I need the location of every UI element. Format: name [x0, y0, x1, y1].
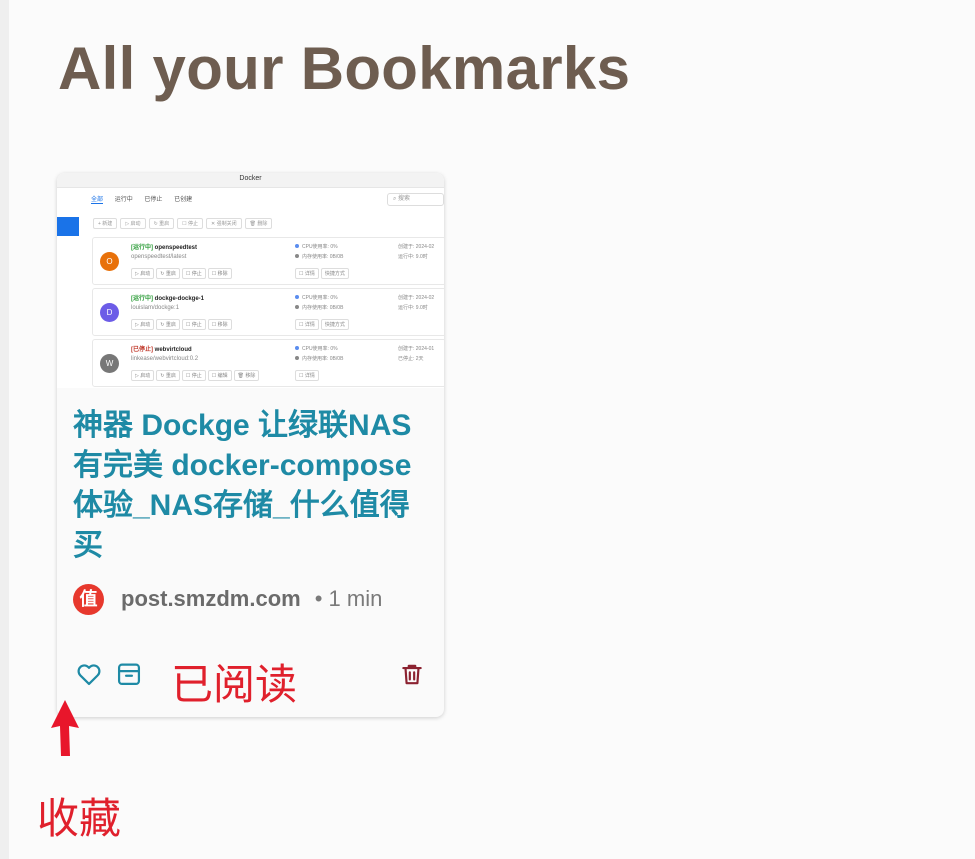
- thumb-tab: 运行中: [114, 197, 133, 203]
- thumb-name-text: dockge-dockge-1: [154, 296, 205, 302]
- thumb-container-name: [运行中] openspeedtest: [131, 242, 197, 251]
- thumb-row-button: ☐ 停止: [181, 319, 206, 330]
- thumb-container-row: W [已停止] webvirtcloud linkease/webvirtclo…: [92, 339, 444, 387]
- thumb-tab: 已创建: [174, 197, 193, 203]
- thumb-image: louislam/dockge:1: [131, 305, 180, 311]
- thumb-name-text: webvirtcloud: [154, 347, 192, 353]
- thumb-created: 创建于: 2024-02: [398, 244, 435, 250]
- thumb-meta: 创建于: 2024-01 已停止: 2天: [398, 344, 434, 364]
- thumb-mem: 内存使用率: 0B/0B: [302, 254, 344, 260]
- thumb-row-button: ☐ 移除: [207, 319, 232, 330]
- page-title: All your Bookmarks: [58, 35, 631, 102]
- thumb-meta: 创建于: 2024-02 运行中: 9.0时: [398, 293, 434, 313]
- thumb-uptime: 运行中: 9.0时: [398, 254, 428, 260]
- thumb-image: openspeedtest/latest: [131, 254, 187, 260]
- thumb-created: 创建于: 2024-02: [398, 295, 435, 301]
- thumb-uptime: 运行中: 9.0时: [398, 305, 428, 311]
- thumb-row-buttons: ▷ 启动 ↻ 重启 ☐ 停止 ☐ 编辑 🗑 移除: [131, 370, 261, 381]
- thumb-app-title: Docker: [239, 175, 262, 182]
- thumb-avatar: O: [100, 252, 119, 271]
- bookmark-title[interactable]: 神器 Dockge 让绿联NAS 有完美 docker-compose 体验_N…: [73, 406, 423, 566]
- thumb-container-name: [已停止] webvirtcloud: [131, 344, 192, 353]
- bookmark-thumbnail[interactable]: Docker 全部 运行中 已停止 已创建 ⌕ 搜索 + 新建 ▷ 启动 ↻ 重启 ☐…: [57, 173, 444, 388]
- bookmark-actions: 已阅读: [57, 657, 444, 709]
- thumb-row-button: ▷ 启动: [131, 370, 155, 381]
- bookmark-card[interactable]: Docker 全部 运行中 已停止 已创建 ⌕ 搜索 + 新建 ▷ 启动 ↻ 重启 ☐…: [57, 173, 444, 717]
- thumb-row-buttons: ▷ 启动 ↻ 重启 ☐ 停止 ☐ 移除: [131, 319, 234, 330]
- thumb-action: ☐ 详情: [295, 319, 319, 330]
- thumb-avatar: D: [100, 303, 119, 322]
- thumb-action: ☐ 详情: [295, 370, 319, 381]
- favorite-button[interactable]: [73, 657, 105, 691]
- trash-icon: [402, 664, 422, 685]
- thumb-row-button: ↻ 重启: [156, 268, 180, 279]
- thumb-row-button: ☐ 停止: [181, 268, 206, 279]
- thumb-stats: CPU使用率: 0% 内存使用率: 0B/0B: [295, 242, 343, 262]
- thumb-toolbar-button: ↻ 重启: [148, 218, 175, 229]
- thumb-tab: 已停止: [144, 197, 163, 203]
- thumb-row-button: ☐ 停止: [181, 370, 206, 381]
- thumb-mem: 内存使用率: 0B/0B: [302, 356, 344, 362]
- thumb-toolbar: + 新建 ▷ 启动 ↻ 重启 ☐ 停止 ✕ 强制关闭 🗑 删除: [93, 218, 275, 229]
- thumb-meta: 创建于: 2024-02 运行中: 9.0时: [398, 242, 434, 262]
- thumb-row-button: ↻ 重启: [156, 370, 180, 381]
- thumb-stats: CPU使用率: 0% 内存使用率: 0B/0B: [295, 344, 343, 364]
- thumb-cpu: CPU使用率: 0%: [302, 346, 338, 352]
- thumb-row-button: 🗑 移除: [233, 370, 260, 381]
- read-time: • 1 min: [314, 586, 383, 611]
- thumb-status: [运行中]: [131, 245, 153, 251]
- thumb-row-button: ▷ 启动: [131, 268, 155, 279]
- thumb-avatar: W: [100, 354, 119, 373]
- thumb-toolbar-button: ▷ 启动: [120, 218, 146, 229]
- read-status-annotation: 已阅读: [171, 660, 298, 709]
- thumb-tab: 全部: [91, 197, 104, 204]
- thumb-action: 快捷方式: [320, 268, 349, 279]
- thumb-status: [运行中]: [131, 296, 153, 302]
- archive-box-icon: [117, 663, 141, 686]
- thumb-row-button: ▷ 启动: [131, 319, 155, 330]
- annotation-arrow-icon: [51, 700, 79, 756]
- thumb-row-button: ☐ 移除: [207, 268, 232, 279]
- heart-outline-icon: [77, 664, 101, 686]
- delete-button[interactable]: [396, 657, 428, 691]
- source-domain[interactable]: post.smzdm.com: [121, 586, 301, 612]
- left-rail: [0, 0, 9, 859]
- thumb-sidebar-highlight: [57, 217, 79, 236]
- thumb-search: ⌕ 搜索: [387, 193, 444, 206]
- bookmark-source: 值 post.smzdm.com • 1 min: [73, 583, 382, 615]
- thumb-row-buttons: ▷ 启动 ↻ 重启 ☐ 停止 ☐ 移除: [131, 268, 234, 279]
- thumb-created: 创建于: 2024-01: [398, 346, 435, 352]
- thumb-row-button: ☐ 编辑: [207, 370, 232, 381]
- thumb-row-actions: ☐ 详情 快捷方式: [295, 319, 351, 330]
- thumb-toolbar-button: 🗑 删除: [244, 218, 273, 229]
- thumb-window-bar: Docker: [57, 173, 444, 188]
- thumb-stats: CPU使用率: 0% 内存使用率: 0B/0B: [295, 293, 343, 313]
- thumb-row-actions: ☐ 详情 快捷方式: [295, 268, 351, 279]
- thumb-mem: 内存使用率: 0B/0B: [302, 305, 344, 311]
- thumb-name-text: openspeedtest: [154, 245, 198, 251]
- thumb-toolbar-button: ✕ 强制关闭: [206, 218, 242, 229]
- thumb-cpu: CPU使用率: 0%: [302, 295, 338, 301]
- favorite-annotation: 收藏: [37, 794, 122, 843]
- thumb-uptime: 已停止: 2天: [398, 356, 424, 362]
- thumb-toolbar-button: + 新建: [93, 218, 118, 229]
- thumb-row-button: ↻ 重启: [156, 319, 180, 330]
- thumb-container-name: [运行中] dockge-dockge-1: [131, 293, 204, 302]
- thumb-toolbar-button: ☐ 停止: [177, 218, 204, 229]
- thumb-row-actions: ☐ 详情: [295, 370, 321, 381]
- thumb-image: linkease/webvirtcloud:0.2: [131, 356, 199, 362]
- thumb-status: [已停止]: [131, 347, 153, 353]
- thumb-container-row: D [运行中] dockge-dockge-1 louislam/dockge:…: [92, 288, 444, 336]
- site-favicon: 值: [73, 583, 104, 615]
- thumb-action: ☐ 详情: [295, 268, 319, 279]
- thumb-action: 快捷方式: [320, 319, 349, 330]
- thumb-tabs: 全部 运行中 已停止 已创建: [91, 194, 202, 204]
- archive-button[interactable]: [113, 657, 145, 691]
- thumb-container-row: O [运行中] openspeedtest openspeedtest/late…: [92, 237, 444, 285]
- thumb-cpu: CPU使用率: 0%: [302, 244, 338, 250]
- thumb-search-placeholder: 搜索: [398, 196, 411, 202]
